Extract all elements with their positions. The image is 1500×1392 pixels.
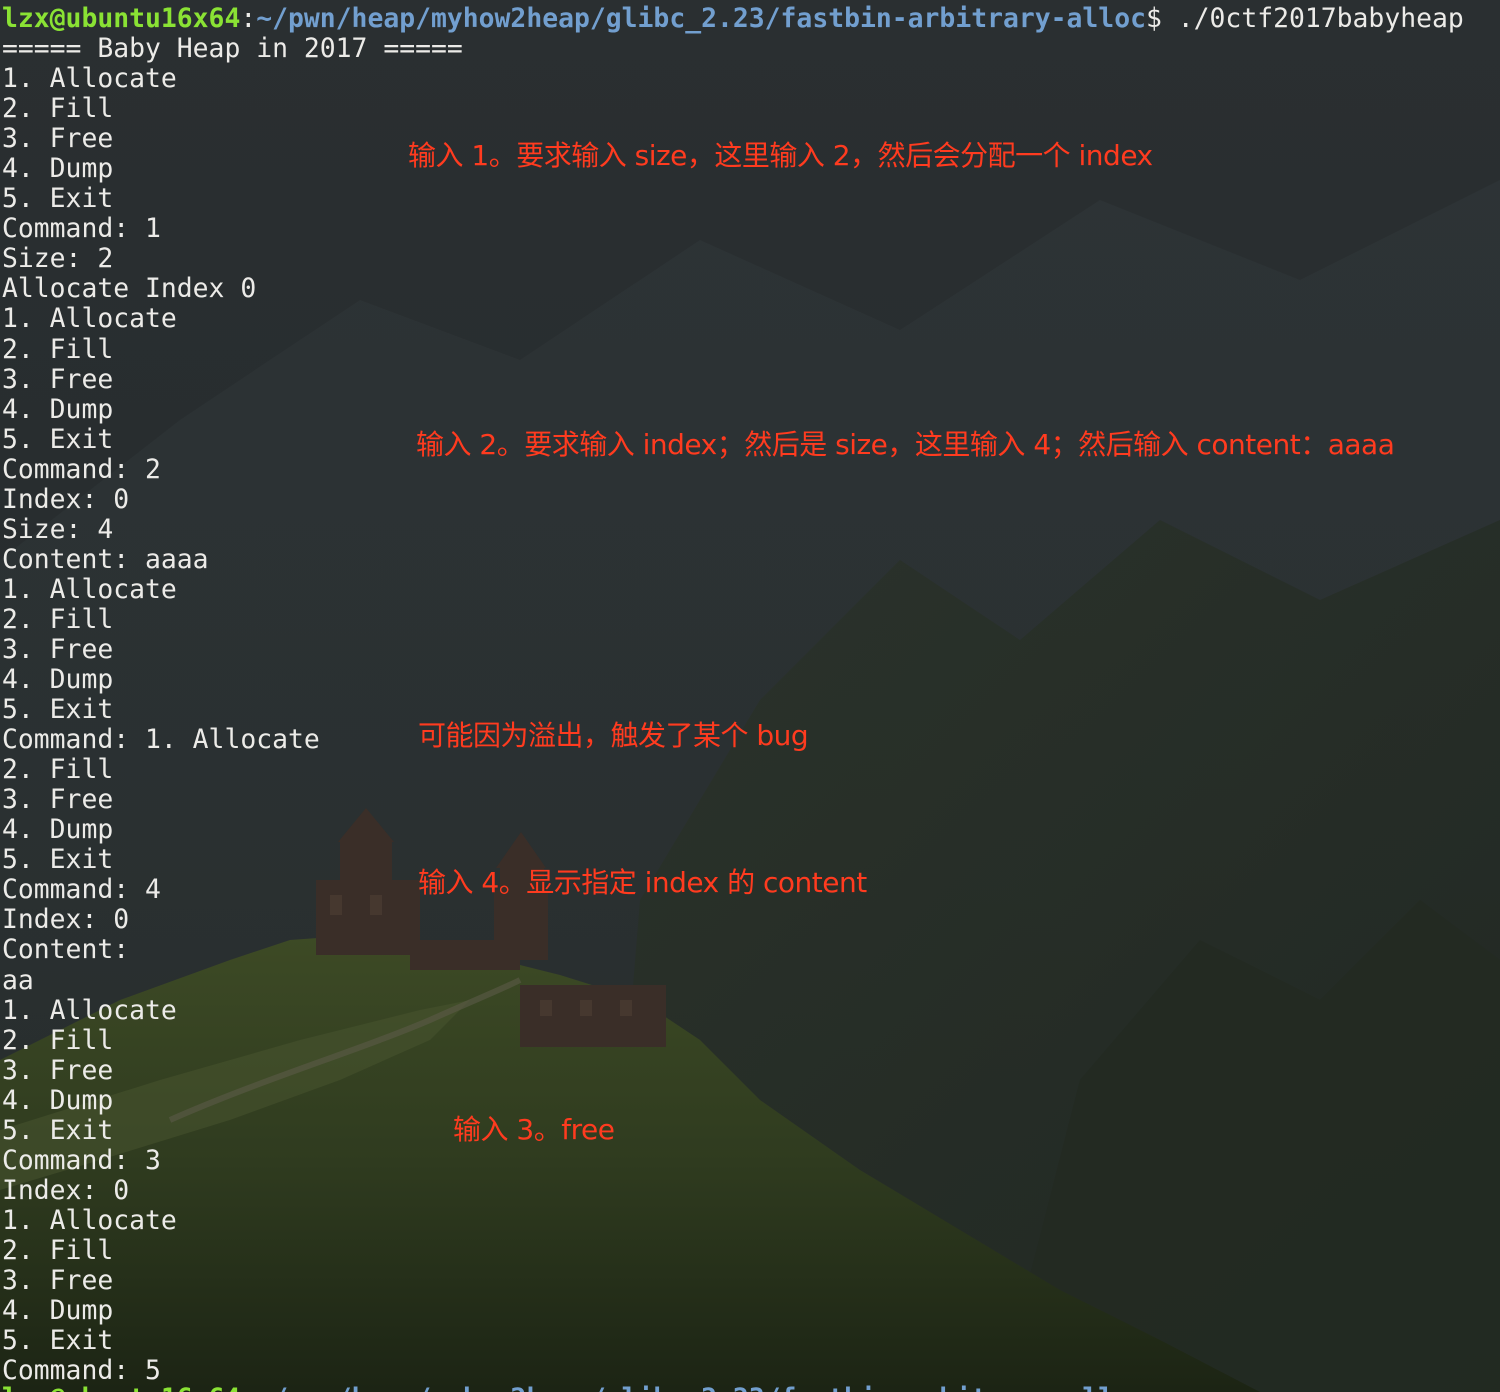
output-line: 1. Allocate [2,1204,177,1236]
prompt-symbol: $ [1145,3,1178,34]
output-line: 4. Dump [2,814,114,846]
output-line: 4. Dump [2,393,114,425]
output-line: Index: 0 [2,483,130,515]
output-line: 3. Free [2,1264,114,1296]
next-prompt-partial: lzx@ubuntu16x64:~/pwn/heap/myhow2heap/gl… [2,1384,1146,1392]
output-line: 3. Free [2,1054,114,1086]
program-output: ===== Baby Heap in 2017 ===== 1. Allocate… [2,34,1464,1386]
output-line: Command: 1 [2,213,161,245]
output-line: Index: 0 [2,1174,130,1206]
output-line: Size: 2 [2,243,114,275]
output-line: 4. Dump [2,664,114,696]
output-line: Index: 0 [2,904,130,936]
output-line: 2. Fill [2,1024,114,1056]
output-line: 1. Allocate [2,303,177,335]
output-line: 1. Allocate [2,63,177,95]
output-line: 3. Free [2,633,114,665]
terminal-output: lzx@ubuntu16x64:~/pwn/heap/myhow2heap/gl… [2,4,1464,1386]
output-line: Command: 5 [2,1355,161,1387]
output-line: Content: [2,934,145,966]
output-line: 5. Exit [2,1114,114,1146]
output-line: Content: aaaa [2,543,209,575]
annotation-allocate: 输入 1。要求输入 size，这里输入 2，然后会分配一个 index [408,139,1153,172]
output-line: 4. Dump [2,1295,114,1327]
output-line: 1. Allocate [2,994,177,1026]
output-line: 2. Fill [2,603,114,635]
annotation-dump: 输入 4。显示指定 index 的 content [418,866,867,899]
output-line: 5. Exit [2,1325,114,1357]
output-line: aa [2,964,34,996]
output-line: Size: 4 [2,513,114,545]
output-line: Command: 3 [2,1144,161,1176]
terminal-window[interactable]: lzx@ubuntu16x64:~/pwn/heap/myhow2heap/gl… [0,0,1500,1392]
prompt-command: ./0ctf2017babyheap [1177,3,1464,34]
prompt-separator: : [240,3,257,34]
annotation-fill: 输入 2。要求输入 index；然后是 size，这里输入 4；然后输入 con… [416,428,1395,461]
annotation-free: 输入 3。free [453,1113,615,1146]
output-line: 4. Dump [2,1084,114,1116]
output-line: 2. Fill [2,93,114,125]
prompt-user-host: lzx@ubuntu16x64 [2,3,241,34]
output-line: 3. Free [2,784,114,816]
prompt-path: ~/pwn/heap/myhow2heap/glibc_2.23/fastbin… [256,3,1146,34]
output-line: 1. Allocate [2,573,177,605]
output-line: Allocate Index 0 [2,273,257,305]
output-line: 2. Fill [2,1234,114,1266]
output-line: 2. Fill [2,754,114,786]
output-line: 3. Free [2,363,114,395]
annotation-bug: 可能因为溢出，触发了某个 bug [418,719,809,752]
prompt-line: lzx@ubuntu16x64:~/pwn/heap/myhow2heap/gl… [2,4,1464,34]
output-line: 5. Exit [2,183,114,215]
output-line: ===== Baby Heap in 2017 ===== [2,33,463,65]
output-line: 2. Fill [2,333,114,365]
